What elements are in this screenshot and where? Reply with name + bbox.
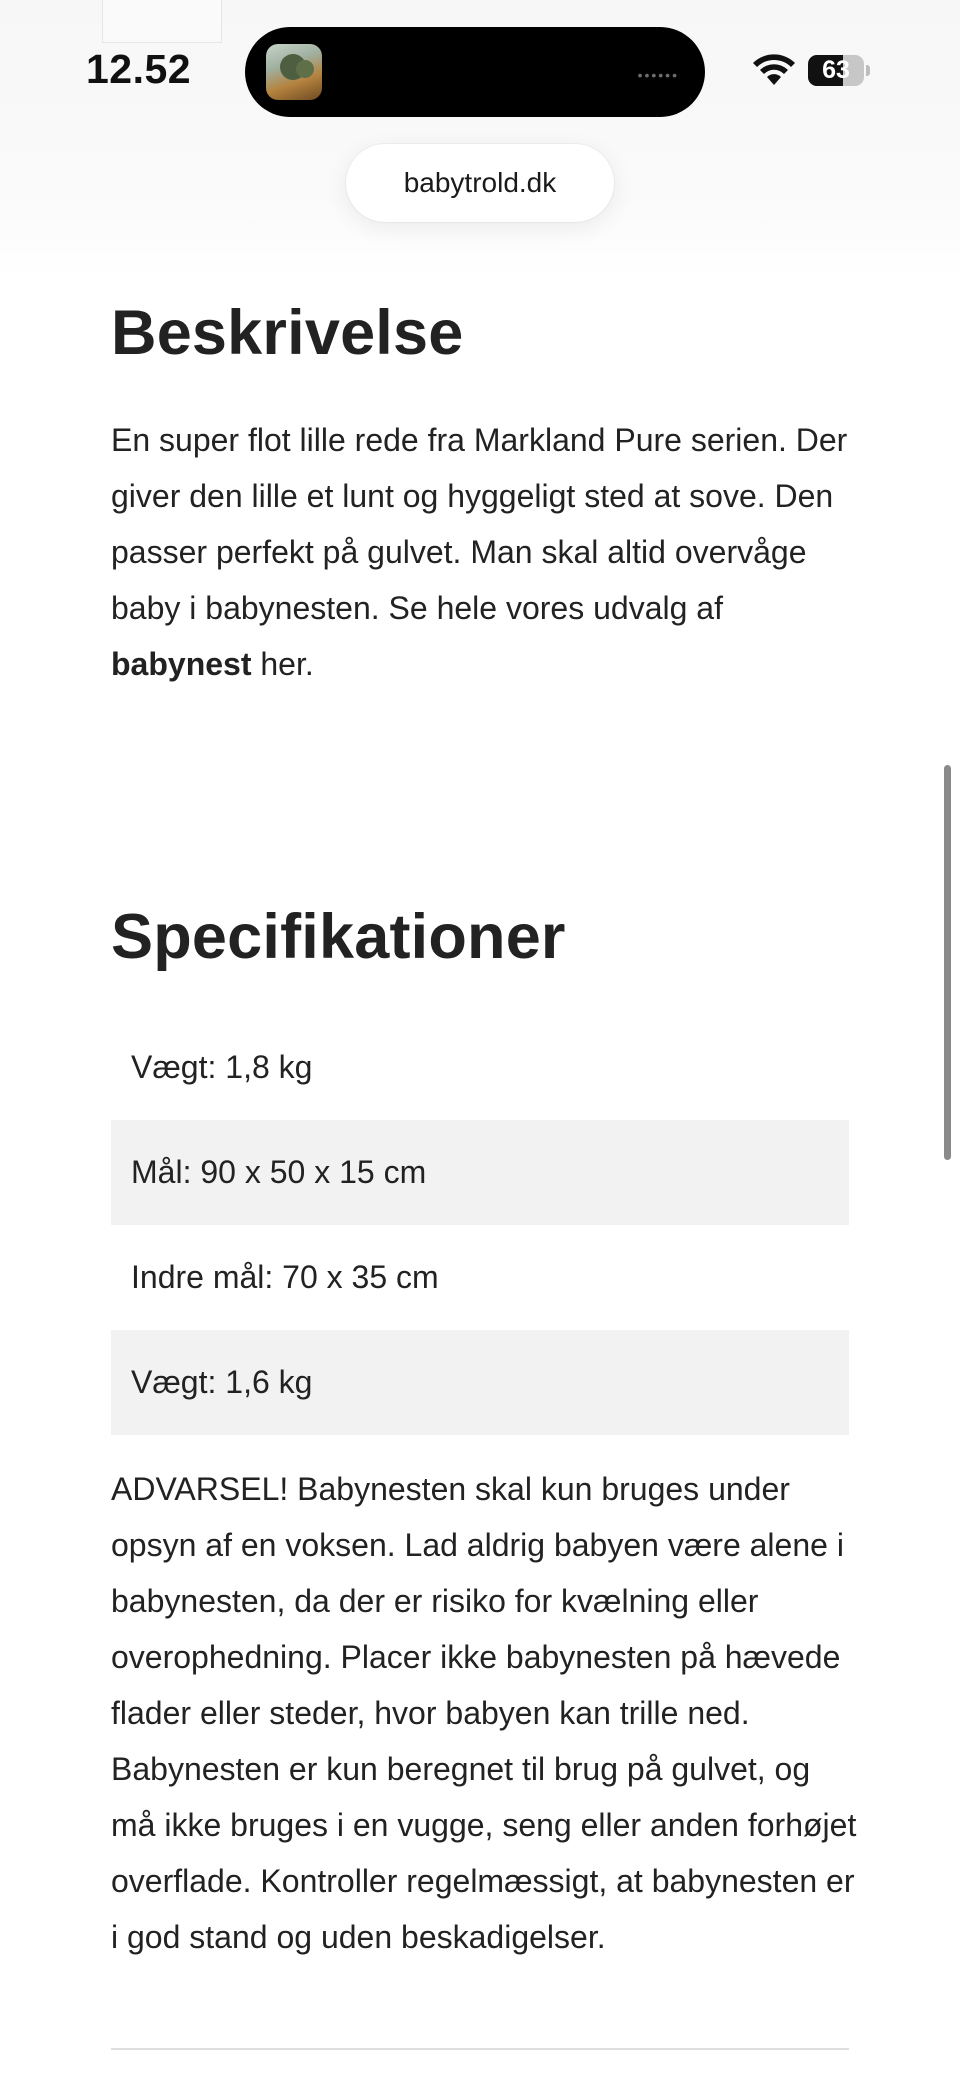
spec-row: Vægt: 1,8 kg: [131, 1049, 313, 1085]
page-scrollbar[interactable]: [944, 765, 951, 1160]
specifications-table: Vægt: 1,8 kg Mål: 90 x 50 x 15 cm Indre …: [111, 1015, 849, 1435]
wifi-icon: [753, 54, 795, 85]
description-text-tail: her.: [251, 646, 314, 682]
warning-text: ADVARSEL! Babynesten skal kun bruges und…: [111, 1471, 857, 1955]
spec-row: Indre mål: 70 x 35 cm: [131, 1259, 439, 1295]
dynamic-island[interactable]: ••••••: [245, 27, 705, 117]
status-bar: 12.52 •••••• 63 babytrold.dk: [0, 0, 960, 280]
description-heading: Beskrivelse: [111, 298, 464, 368]
spec-row: Vægt: 1,6 kg: [111, 1330, 849, 1435]
battery-body: 63: [808, 55, 864, 86]
artwork-tree-shape-2: [296, 60, 314, 78]
address-bar-url: babytrold.dk: [403, 167, 557, 198]
babynest-link[interactable]: babynest: [111, 646, 251, 682]
battery-icon: 63: [808, 55, 870, 86]
battery-cap: [866, 65, 870, 76]
now-playing-artwork[interactable]: [266, 44, 322, 100]
partial-tab-outline: [102, 0, 222, 43]
spec-row: Mål: 90 x 50 x 15 cm: [111, 1120, 849, 1225]
status-time: 12.52: [86, 46, 192, 92]
audio-activity-indicator: ••••••: [637, 67, 679, 83]
description-text-body: En super flot lille rede fra Markland Pu…: [111, 422, 848, 626]
section-divider: [111, 2048, 849, 2050]
address-bar[interactable]: babytrold.dk: [346, 144, 614, 222]
description-text: En super flot lille rede fra Markland Pu…: [111, 412, 861, 692]
specifications-heading: Specifikationer: [111, 902, 566, 972]
battery-level: 63: [822, 56, 850, 84]
